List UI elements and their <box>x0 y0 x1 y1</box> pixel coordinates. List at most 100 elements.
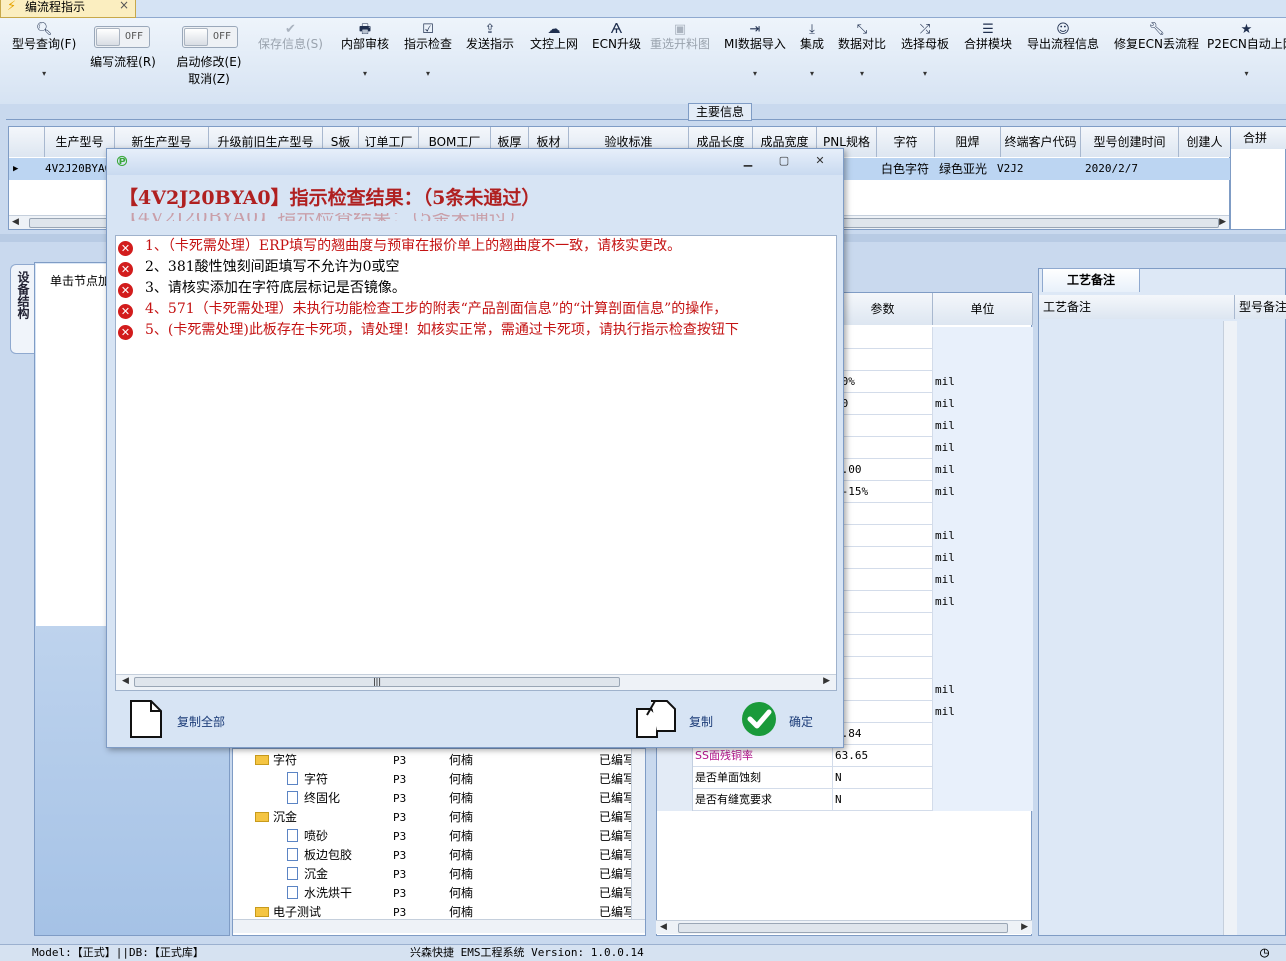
param-cell[interactable]: mil <box>933 481 1033 503</box>
tab-flow-instruction[interactable]: ⚡ 编流程指示 × <box>0 0 136 18</box>
param-cell[interactable]: /-15% <box>833 481 933 503</box>
param-cell[interactable]: mil <box>933 437 1033 459</box>
merge-module-button[interactable]: ☰ 合拼模块 <box>964 22 1012 52</box>
tree-row[interactable]: 水洗烘干 P3 何楠 已编写 <box>233 884 633 903</box>
tab-craft-notes[interactable]: 工艺备注 <box>1042 268 1140 292</box>
param-cell[interactable] <box>933 789 1033 811</box>
copy-all-button[interactable]: 复制全部 <box>129 699 239 739</box>
chevron-down-icon[interactable]: ▾ <box>901 66 949 81</box>
list-hscrollbar[interactable]: ◀ ||| ▶ <box>116 674 836 690</box>
col-header[interactable]: 创建人 <box>1179 127 1231 157</box>
ok-button[interactable]: 确定 <box>741 699 831 739</box>
tree-vscrollbar[interactable] <box>631 749 645 919</box>
tree-row[interactable]: 沉金 P3 何楠 已编写 <box>233 808 633 827</box>
col-header[interactable]: 字符 <box>877 127 935 157</box>
tree-row[interactable]: 终固化 P3 何楠 已编写 <box>233 789 633 808</box>
tree-row[interactable]: 字符 P3 何楠 已编写 <box>233 770 633 789</box>
param-cell[interactable] <box>933 613 1033 635</box>
maximize-icon[interactable]: ▢ <box>775 154 793 168</box>
param-cell[interactable]: mil <box>933 459 1033 481</box>
param-cell[interactable] <box>833 569 933 591</box>
param-cell[interactable]: mil <box>933 701 1033 723</box>
chevron-down-icon[interactable]: ▾ <box>838 66 886 81</box>
write-flow-toggle[interactable]: OFF <box>94 26 150 48</box>
param-cell[interactable] <box>833 613 933 635</box>
copy-button[interactable]: 复制 <box>635 699 725 739</box>
cell-char[interactable]: 白色字符 <box>881 158 929 180</box>
param-row[interactable]: 是否有缝宽要求 N <box>657 789 1033 811</box>
param-hscrollbar[interactable]: ◀ ▶ <box>656 920 1032 934</box>
param-cell[interactable] <box>933 767 1033 789</box>
param-cell[interactable] <box>833 415 933 437</box>
param-cell[interactable] <box>833 349 933 371</box>
instruction-check-button[interactable]: ☑ 指示检查 ▾ <box>404 22 452 81</box>
param-cell[interactable] <box>833 591 933 613</box>
select-mother-board-button[interactable]: ⤮ 选择母板 ▾ <box>901 22 949 81</box>
reselect-cutting-chart-button[interactable]: ▣ 重选开料图 <box>650 22 710 52</box>
tree-row[interactable]: 板边包胶 P3 何楠 已编写 <box>233 846 633 865</box>
col-header[interactable]: 生产型号 <box>45 127 115 157</box>
minimize-icon[interactable]: ▁ <box>739 154 757 168</box>
param-cell[interactable] <box>933 657 1033 679</box>
cell-mask[interactable]: 绿色亚光 <box>939 158 987 180</box>
param-cell[interactable]: mil <box>933 547 1033 569</box>
col-header[interactable]: 合拼 <box>1231 127 1286 149</box>
param-cell[interactable]: 00 <box>833 393 933 415</box>
col-header[interactable]: 型号创建时间 <box>1081 127 1179 157</box>
tab-device-structure[interactable]: 设备结构 <box>10 264 34 354</box>
param-cell[interactable] <box>933 635 1033 657</box>
param-cell[interactable] <box>833 657 933 679</box>
param-cell[interactable] <box>933 349 1033 371</box>
param-cell[interactable] <box>833 503 933 525</box>
data-compare-button[interactable]: ⤡ 数据对比 ▾ <box>838 22 886 81</box>
internal-review-button[interactable]: 🖶 内部审核 ▾ <box>341 22 389 81</box>
col-header[interactable]: 工艺备注 <box>1039 295 1235 319</box>
check-result-item[interactable]: ✕ 1、（卡死需处理）ERP填写的翘曲度与预审在报价单上的翘曲度不一致，请核实更改… <box>118 236 681 257</box>
param-cell[interactable] <box>833 635 933 657</box>
param-row[interactable]: SS面残铜率 63.65 <box>657 745 1033 767</box>
chevron-down-icon[interactable]: ▾ <box>404 66 452 81</box>
param-cell[interactable]: 63.65 <box>833 745 933 767</box>
param-cell[interactable]: mil <box>933 525 1033 547</box>
tree-row[interactable]: 喷砂 P3 何楠 已编写 <box>233 827 633 846</box>
param-cell[interactable] <box>933 503 1033 525</box>
chevron-down-icon[interactable]: ▾ <box>12 66 76 81</box>
save-info-button[interactable]: ✔ 保存信息(S) <box>258 22 323 52</box>
param-cell[interactable]: mil <box>933 569 1033 591</box>
col-header[interactable]: 终端客户代码 <box>1001 127 1081 157</box>
scroll-left-icon[interactable]: ◀ <box>122 676 129 686</box>
param-cell[interactable]: N <box>833 789 933 811</box>
scroll-right-icon[interactable]: ▶ <box>1219 217 1226 227</box>
dialog-titlebar[interactable]: ℗ ▁ ▢ ✕ <box>107 149 843 175</box>
export-flow-info-button[interactable]: ☺ 导出流程信息 <box>1027 22 1099 52</box>
param-cell[interactable]: N <box>833 767 933 789</box>
chevron-down-icon[interactable]: ▾ <box>724 66 786 81</box>
param-cell[interactable]: mil <box>933 591 1033 613</box>
check-result-item[interactable]: ✕ 2、381酸性蚀刻间距填写不允许为0或空 <box>118 257 400 278</box>
scroll-right-icon[interactable]: ▶ <box>823 676 830 686</box>
craft-vscrollbar[interactable] <box>1223 321 1237 935</box>
param-cell[interactable]: 是否有缝宽要求 <box>693 789 833 811</box>
scroll-right-icon[interactable]: ▶ <box>1021 922 1028 932</box>
param-row[interactable]: 是否单面蚀刻 N <box>657 767 1033 789</box>
tree-row[interactable]: 字符 P3 何楠 已编写 <box>233 751 633 770</box>
chevron-down-icon[interactable]: ▾ <box>800 66 824 81</box>
check-result-item[interactable]: ✕ 4、571（卡死需处理）未执行功能检查工步的附表“产品剖面信息”的“计算剖面信… <box>118 299 727 320</box>
col-header[interactable]: 型号备注 <box>1235 295 1286 319</box>
scroll-left-icon[interactable]: ◀ <box>12 217 19 227</box>
param-cell[interactable] <box>833 525 933 547</box>
param-cell[interactable]: mil <box>933 415 1033 437</box>
start-modify-toggle[interactable]: OFF <box>182 26 238 48</box>
param-cell[interactable] <box>833 327 933 349</box>
close-icon[interactable]: × <box>119 0 129 12</box>
param-cell[interactable]: mil <box>933 393 1033 415</box>
integrate-button[interactable]: ⤓ 集成 ▾ <box>800 22 824 81</box>
p2ecn-auto-online-button[interactable]: ★P2ECN自动上网▾ <box>1207 22 1286 81</box>
param-cell[interactable]: 10% <box>833 371 933 393</box>
param-cell[interactable] <box>933 745 1033 767</box>
cell-created[interactable]: 2020/2/7 <box>1085 158 1138 180</box>
clock-icon[interactable]: ◷ <box>1260 944 1269 960</box>
model-search-button[interactable]: 🔍︎ 型号查询(F) ▾ <box>12 22 76 81</box>
param-cell[interactable] <box>833 679 933 701</box>
param-cell[interactable] <box>933 723 1033 745</box>
